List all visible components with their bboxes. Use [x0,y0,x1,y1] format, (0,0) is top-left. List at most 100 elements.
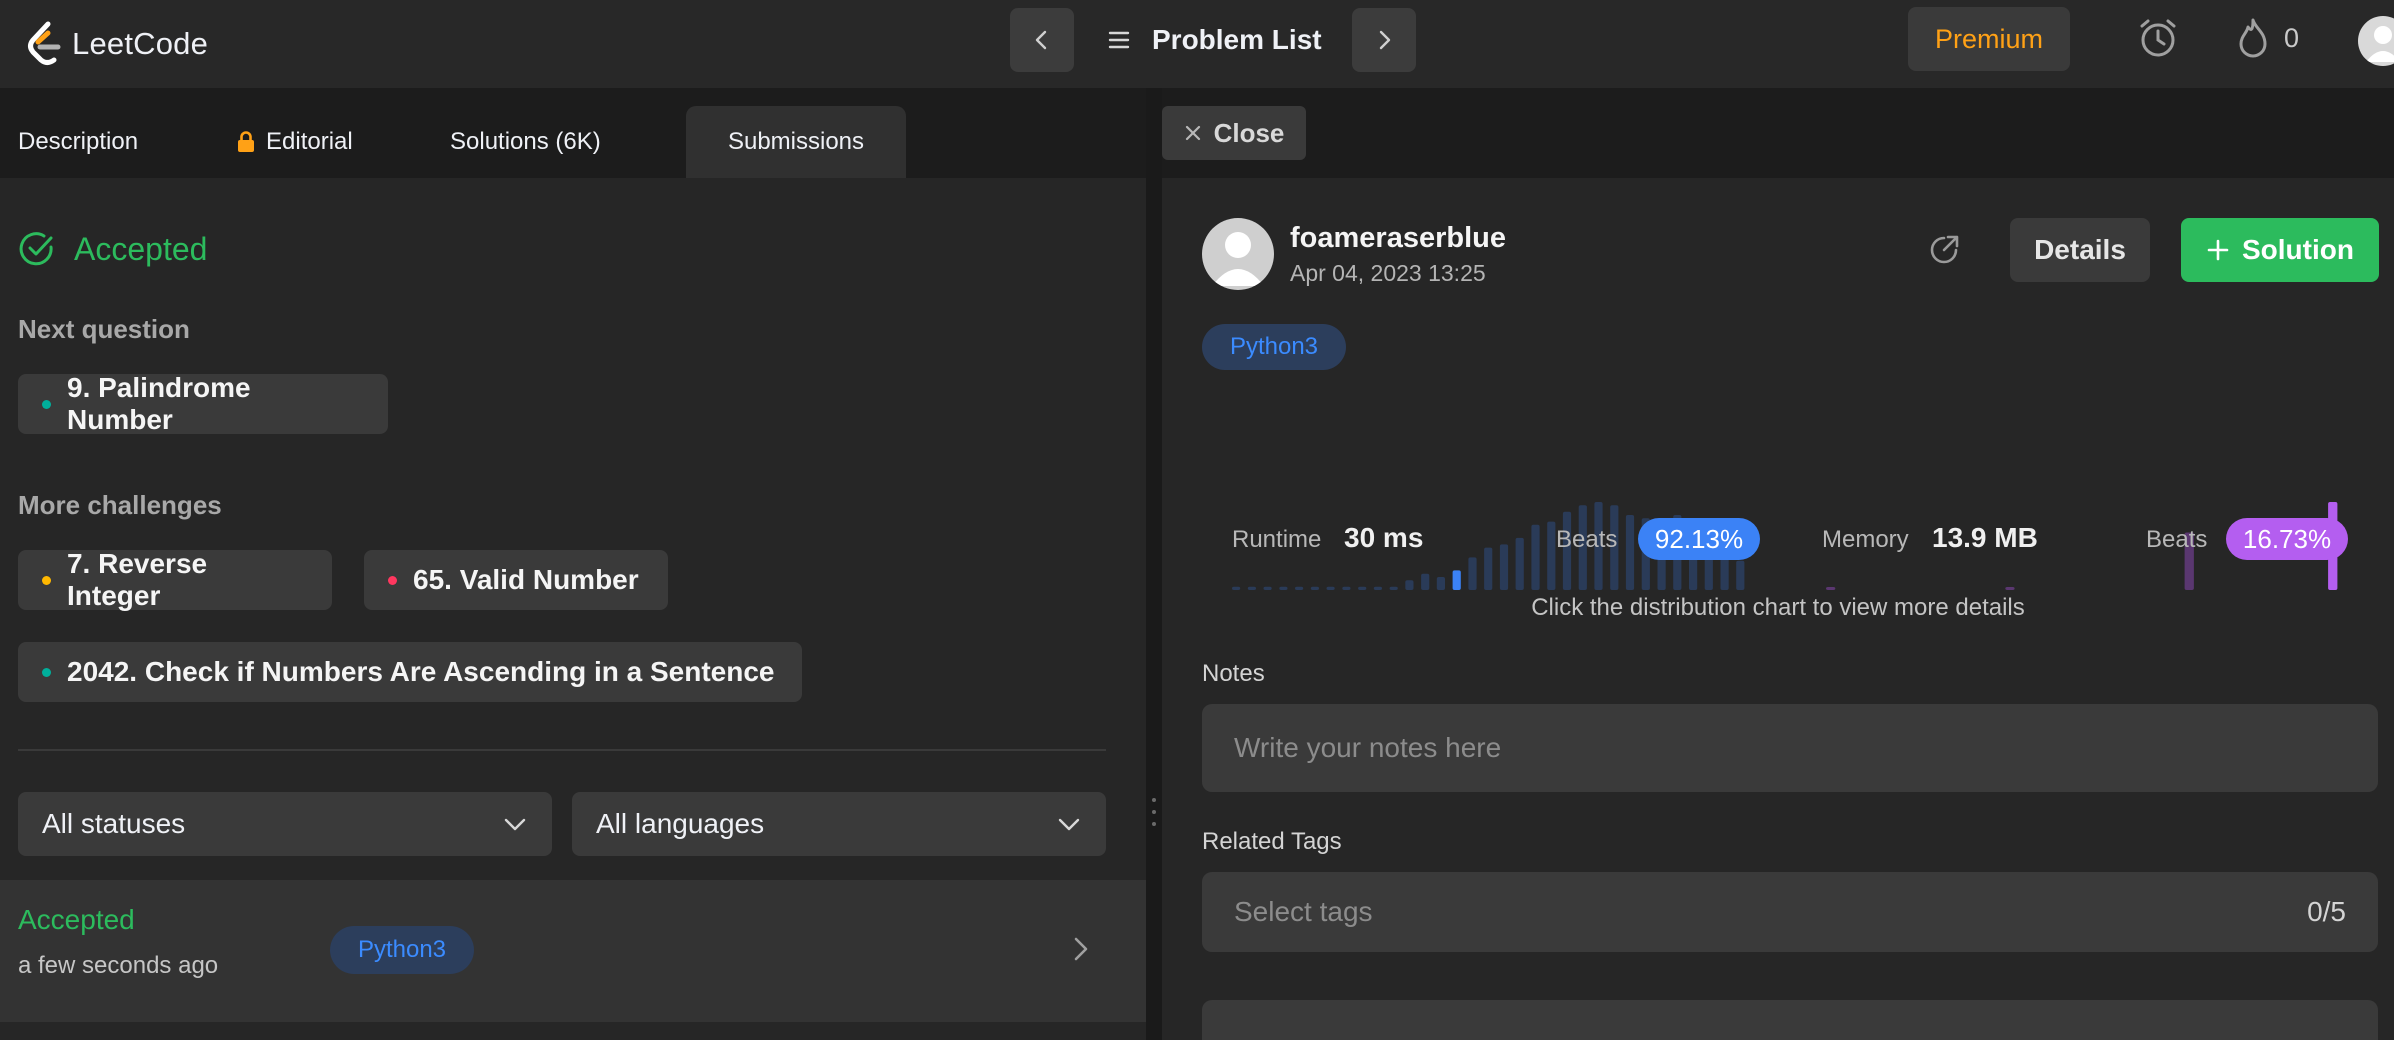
language-filter-select[interactable]: All languages [572,792,1106,856]
runtime-value: 30 ms [1344,522,1424,553]
user-avatar[interactable] [1202,218,1274,290]
distribution-bar[interactable] [1531,524,1540,590]
submission-time: a few seconds ago [18,952,219,979]
status-filter-select[interactable]: All statuses [18,792,552,856]
distribution-bar[interactable] [1468,557,1477,590]
challenge-title: 7. Reverse Integer [66,548,208,611]
profile-avatar[interactable] [2358,16,2394,66]
distribution-bar[interactable] [1625,515,1635,590]
user-silhouette-icon [2366,26,2394,62]
distribution-bar[interactable] [1389,586,1398,590]
check-circle-icon [19,232,53,266]
next-question-label: Next question [18,314,190,344]
tags-placeholder: Select tags [1234,896,1373,927]
distribution-bar[interactable] [1436,577,1445,590]
difficulty-dot [42,667,51,677]
tab-submissions-label: Submissions [727,128,865,155]
top-navbar: LeetCode Problem List Premium 0 [0,0,2394,88]
challenge-chip[interactable]: 65. Valid Number [364,550,668,610]
notes-input[interactable]: Write your notes here [1202,704,2378,792]
challenge-title: 65. Valid Number [413,564,639,595]
memory-distribution-chart[interactable] [1826,406,2346,592]
distribution-bar[interactable] [1484,547,1493,590]
memory-value: 13.9 MB [1932,522,2038,553]
distribution-bar[interactable] [1342,586,1351,590]
distribution-bar[interactable] [1515,537,1524,590]
tab-bar: Description Editorial Solutions (6K) Sub… [0,88,1146,178]
distribution-bar[interactable] [1326,586,1335,590]
user-silhouette-icon [1212,232,1264,286]
leetcode-logo-icon [28,21,61,65]
leetcode-logo[interactable]: LeetCode [24,14,208,74]
distribution-bar[interactable] [1310,586,1319,590]
tags-count: 0/5 [2307,896,2346,927]
next-problem-button[interactable] [1352,8,1416,72]
premium-button[interactable]: Premium [1908,7,2070,71]
next-question-chip[interactable]: 9. Palindrome Number [18,372,388,435]
memory-beats-badge: 16.73% [2226,518,2348,560]
username[interactable]: foameraserblue [1290,222,1506,255]
distribution-bar[interactable] [1247,586,1256,590]
list-icon [1108,31,1130,49]
language-filter-value: All languages [596,808,765,839]
fire-icon [2239,18,2267,58]
submission-status: Accepted [18,904,135,935]
difficulty-dot [42,575,51,585]
distribution-bar[interactable] [1499,544,1509,590]
panel-resizer[interactable] [1146,88,1162,1040]
challenge-title: 2042. Check if Numbers Are Ascending in … [67,656,775,687]
distribution-bar[interactable] [2005,587,2015,590]
close-label: Close [1213,117,1285,148]
distribution-bar[interactable] [1373,586,1382,590]
distribution-bar[interactable] [1232,586,1241,590]
share-icon[interactable] [1926,232,1962,273]
next-question-title: 9. Palindrome Number [67,372,251,435]
detail-header-bar: Close [1162,88,2394,178]
close-button[interactable]: Close [1162,106,1306,160]
related-tags-label: Related Tags [1202,828,1342,855]
streak-counter[interactable]: 0 [2236,16,2299,60]
distribution-bar[interactable] [1279,586,1288,590]
distribution-bar[interactable] [1826,587,1836,590]
language-badge: Python3 [1202,324,1346,370]
submission-date: Apr 04, 2023 13:25 [1290,260,1486,286]
left-panel: Description Editorial Solutions (6K) Sub… [0,88,1146,1040]
submission-row[interactable]: Accepted a few seconds ago Python3 [0,880,1146,1022]
status-filter-value: All statuses [42,808,186,839]
streak-count: 0 [2284,22,2300,53]
distribution-bar[interactable] [1452,570,1461,590]
code-preview-box [1202,1000,2378,1040]
challenge-chip[interactable]: 7. Reverse Integer [18,548,332,611]
challenge-chip[interactable]: 2042. Check if Numbers Are Ascending in … [18,642,802,702]
distribution-bar[interactable] [1405,580,1414,590]
accepted-label: Accepted [74,230,208,267]
notes-label: Notes [1202,660,1265,687]
difficulty-dot [42,399,51,409]
prev-problem-button[interactable] [1010,8,1074,72]
lock-icon [238,131,254,152]
distribution-bar[interactable] [1547,521,1556,590]
timer-icon[interactable] [2136,16,2180,65]
tab-solutions-label: Solutions (6K) [450,128,601,155]
tab-solutions[interactable]: Solutions (6K) [450,106,650,178]
distribution-bar[interactable] [1263,586,1272,590]
divider [18,749,1106,751]
tags-select[interactable]: Select tags 0/5 [1202,872,2378,952]
distribution-bar[interactable] [1358,586,1367,590]
memory-beats-label: Beats [2146,526,2208,553]
problem-list-button[interactable]: Problem List [1108,8,1322,72]
accepted-status: Accepted [18,230,207,268]
runtime-distribution-chart[interactable] [1232,406,1752,592]
distribution-bar[interactable] [1421,573,1430,590]
memory-label: Memory [1822,526,1909,553]
post-solution-button[interactable]: Solution [2181,218,2379,282]
distribution-bar[interactable] [1736,560,1745,590]
details-button[interactable]: Details [2010,218,2150,282]
tab-submissions[interactable]: Submissions [686,106,906,178]
chart-hint: Click the distribution chart to view mor… [1531,594,2025,621]
distribution-bar[interactable] [1295,586,1304,590]
tab-editorial-label: Editorial [266,128,353,155]
tab-description[interactable]: Description [0,106,166,178]
tab-editorial[interactable]: Editorial [236,106,386,178]
notes-placeholder: Write your notes here [1234,732,1502,763]
